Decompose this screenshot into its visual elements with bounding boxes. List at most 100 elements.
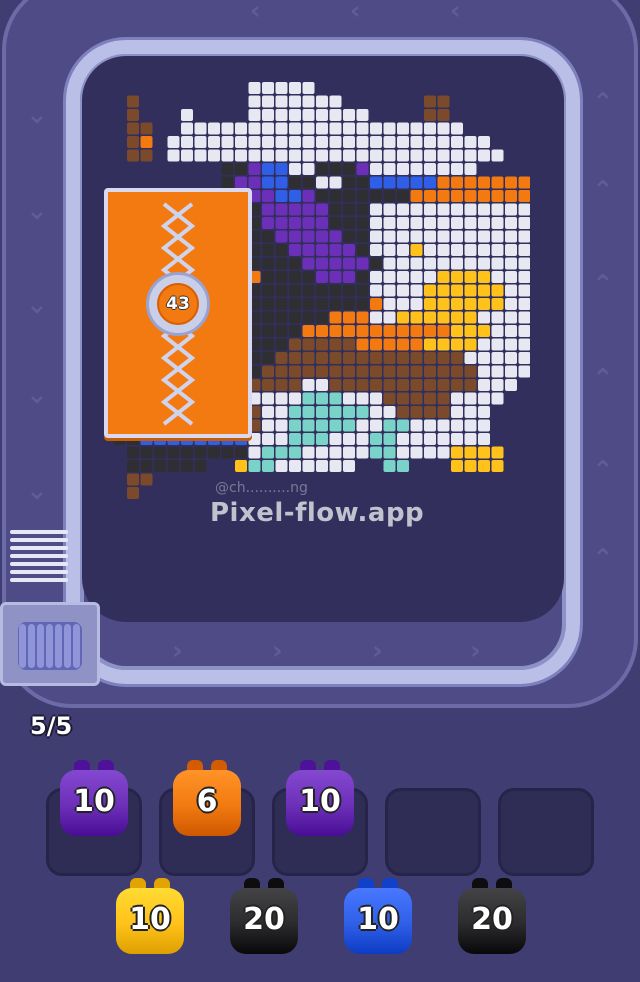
pixel-cell	[410, 149, 423, 162]
pixel-cell	[262, 122, 274, 135]
active-piece[interactable]: 6	[169, 758, 245, 842]
pixel-cell	[478, 379, 490, 391]
pixel-cell	[383, 230, 396, 243]
pixel-cell	[329, 271, 342, 283]
pixel-cell	[424, 392, 436, 405]
pixel-cell	[397, 190, 409, 202]
pixel-cell	[167, 460, 180, 472]
pixel-cell	[478, 460, 490, 472]
active-piece[interactable]: 10	[56, 758, 132, 842]
pixel-cell	[356, 406, 369, 418]
pixel-cell	[478, 352, 490, 364]
waiting-piece[interactable]: 20	[226, 876, 302, 960]
pixel-cell	[275, 311, 288, 324]
pixel-cell	[316, 176, 328, 189]
pixel-cell	[316, 122, 328, 135]
pixel-cell	[383, 257, 396, 270]
waiting-piece[interactable]: 20	[454, 876, 530, 960]
pixel-cell	[397, 460, 409, 472]
pixel-cell	[518, 203, 530, 216]
pixel-cell	[329, 433, 342, 445]
pixel-cell	[235, 446, 247, 459]
pixel-cell	[424, 365, 436, 378]
pixel-cell	[370, 338, 382, 351]
pixel-cell	[478, 325, 490, 337]
pixel-cell	[316, 257, 328, 270]
pixel-cell	[262, 433, 274, 445]
pixel-cell	[302, 284, 315, 297]
pixel-cell	[208, 446, 220, 459]
pixel-cell	[451, 230, 463, 243]
pixel-cell	[505, 311, 517, 324]
pixel-cell	[302, 230, 315, 243]
pixel-cell	[491, 203, 504, 216]
pixel-cell	[329, 419, 342, 432]
waiting-piece[interactable]: 10	[340, 876, 416, 960]
pixel-cell	[518, 338, 530, 351]
pixel-cell	[383, 365, 396, 378]
empty-slot[interactable]	[498, 788, 594, 876]
pixel-cell	[302, 109, 315, 121]
pixel-cell	[343, 325, 355, 337]
pixel-cell	[518, 230, 530, 243]
pixel-cell	[424, 244, 436, 256]
active-piece[interactable]: 10	[282, 758, 358, 842]
pixel-cell	[343, 149, 355, 162]
pixel-cell	[370, 325, 382, 337]
pixel-cell	[316, 352, 328, 364]
pixel-cell	[356, 365, 369, 378]
pixel-cell	[437, 325, 450, 337]
pixel-cell	[437, 338, 450, 351]
pixel-cell	[248, 163, 261, 175]
pixel-cell	[302, 311, 315, 324]
pixel-cell	[302, 446, 315, 459]
pixel-cell	[451, 446, 463, 459]
chevron-up-icon: ⌃	[592, 176, 614, 206]
pixel-cell	[437, 446, 450, 459]
pixel-cell	[505, 230, 517, 243]
pixel-cell	[397, 203, 409, 216]
pixel-cell	[262, 136, 274, 148]
pixel-cell	[275, 338, 288, 351]
pixel-cell	[302, 122, 315, 135]
pixel-cell	[464, 392, 477, 405]
pixel-cell	[478, 136, 490, 148]
pixel-cell	[370, 298, 382, 310]
chevron-down-icon: ⌄	[26, 100, 48, 130]
pixel-cell	[221, 176, 234, 189]
pixel-cell	[464, 230, 477, 243]
pixel-cell	[478, 392, 490, 405]
pixel-cell	[451, 284, 463, 297]
pixel-cell	[275, 460, 288, 472]
piece-count: 10	[129, 902, 171, 937]
pixel-cell	[275, 163, 288, 175]
pixel-cell	[275, 230, 288, 243]
pixel-cell	[437, 163, 450, 175]
pixel-cell	[356, 190, 369, 202]
pixel-cell	[127, 460, 139, 472]
pixel-cell	[410, 244, 423, 256]
pixel-cell	[410, 257, 423, 270]
pixel-cell	[329, 244, 342, 256]
pixel-cell	[437, 419, 450, 432]
pixel-cell	[302, 392, 315, 405]
pixel-cell	[235, 163, 247, 175]
watermark: Pixel-flow.app	[210, 498, 425, 528]
pixel-cell	[424, 271, 436, 283]
pixel-cell	[370, 203, 382, 216]
pixel-cell	[262, 325, 274, 337]
waiting-piece[interactable]: 10	[112, 876, 188, 960]
pixel-cell	[424, 109, 436, 121]
pixel-cell	[356, 217, 369, 229]
pixel-cell	[451, 460, 463, 472]
pixel-cell	[302, 163, 315, 175]
pixel-cell	[316, 392, 328, 405]
pixel-cell	[316, 190, 328, 202]
pixel-cell	[316, 203, 328, 216]
pixel-cell	[356, 230, 369, 243]
pixel-cell	[289, 190, 301, 202]
empty-slot[interactable]	[385, 788, 481, 876]
pixel-cell	[275, 271, 288, 283]
pixel-cell	[262, 257, 274, 270]
pixel-cell	[275, 122, 288, 135]
